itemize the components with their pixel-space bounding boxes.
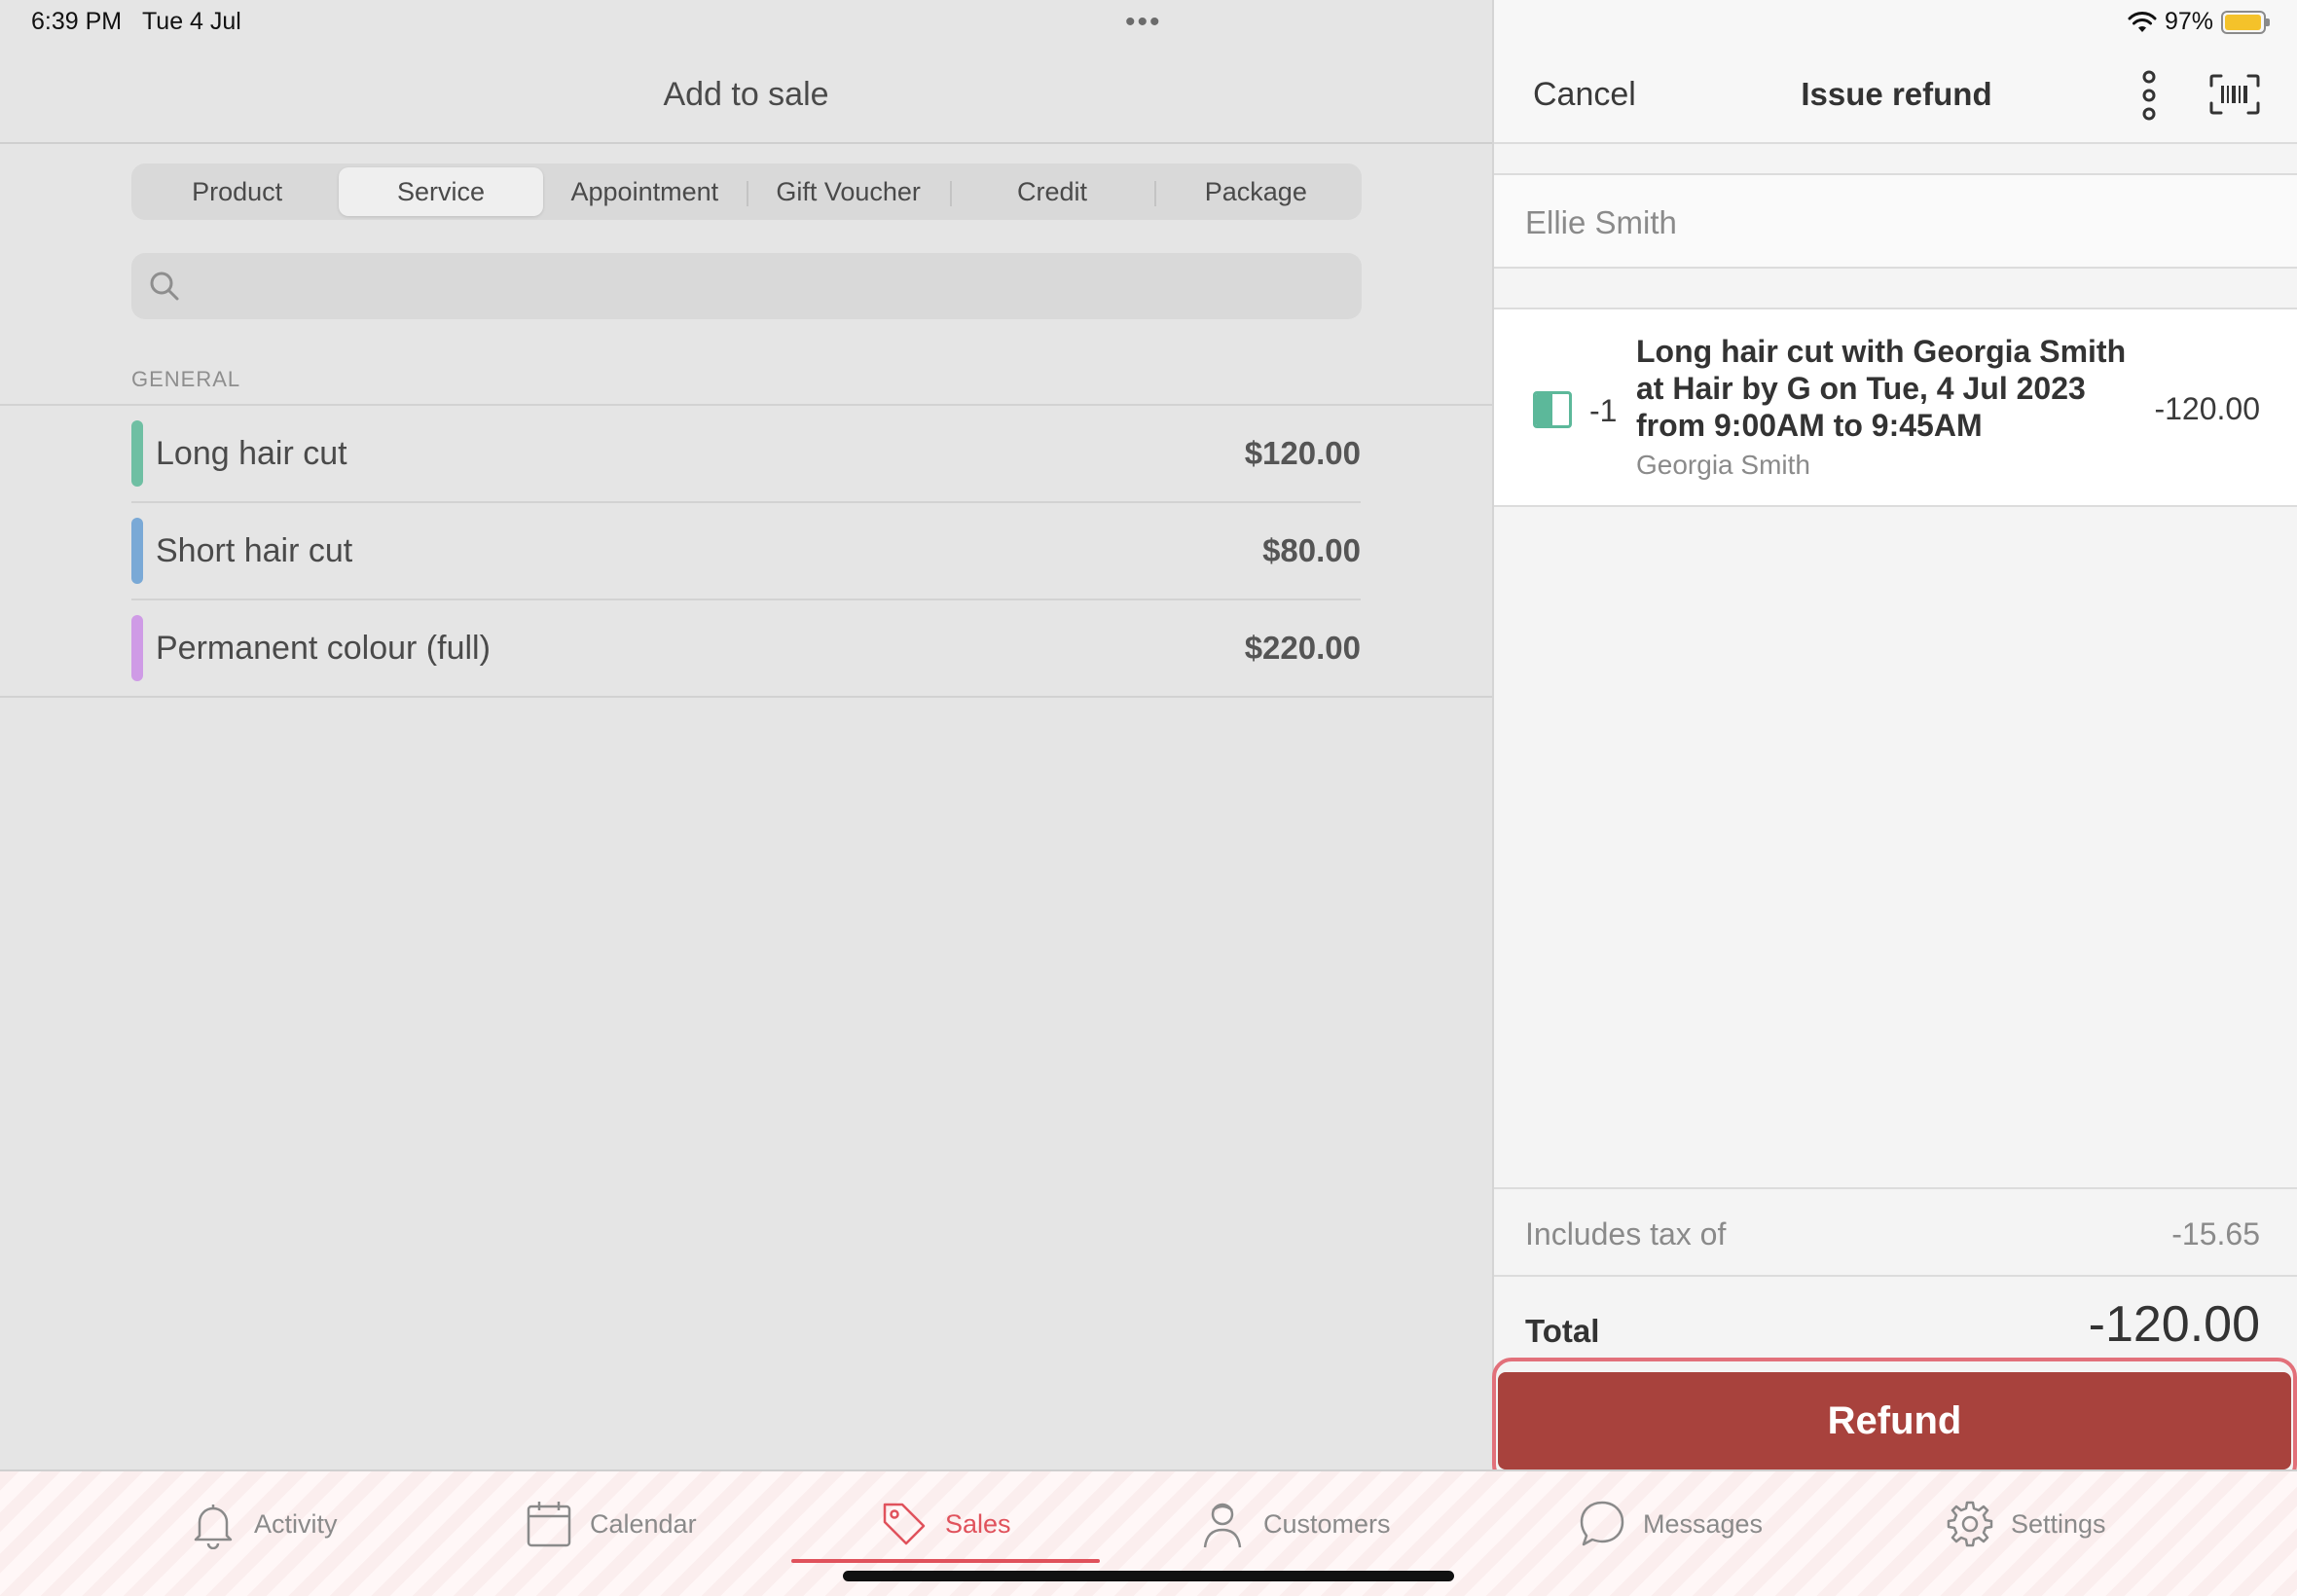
search-input[interactable] xyxy=(131,253,1362,319)
tab-label: Messages xyxy=(1643,1508,1764,1539)
service-color-bar xyxy=(131,615,143,681)
customer-row[interactable]: Ellie Smith xyxy=(1494,173,2297,269)
status-date: Tue 4 Jul xyxy=(141,8,241,35)
segment-product[interactable]: Product xyxy=(135,167,339,216)
status-bar: 6:39 PM Tue 4 Jul ••• 97% xyxy=(0,0,2297,47)
item-staff-name: Georgia Smith xyxy=(1636,450,1810,480)
battery-level xyxy=(2225,14,2261,30)
service-price: $80.00 xyxy=(1262,532,1361,568)
item-type-segmented-control: Product Service Appointment Gift Voucher… xyxy=(131,163,1362,220)
tab-calendar[interactable]: Calendar xyxy=(526,1495,697,1553)
service-color-bar xyxy=(131,518,143,584)
service-color-bar xyxy=(131,420,143,487)
active-tab-indicator xyxy=(791,1559,1100,1563)
barcode-scanner-icon[interactable] xyxy=(2209,74,2260,115)
refund-button[interactable]: Refund xyxy=(1498,1372,2291,1469)
segment-credit[interactable]: Credit xyxy=(950,167,1153,216)
cancel-button[interactable]: Cancel xyxy=(1533,76,1636,114)
item-quantity: -1 xyxy=(1589,393,1618,428)
more-options-icon[interactable] xyxy=(2138,70,2160,121)
tab-label: Calendar xyxy=(590,1508,697,1539)
battery-percent: 97% xyxy=(2164,8,2213,35)
multitasking-dots-icon[interactable]: ••• xyxy=(1125,6,1162,39)
battery-icon xyxy=(2221,10,2270,34)
item-description: Long hair cut with Georgia Smith at Hair… xyxy=(1636,334,2127,443)
row-divider xyxy=(0,696,1492,698)
tab-messages[interactable]: Messages xyxy=(1579,1495,1763,1553)
service-list: Long hair cut $120.00 Short hair cut $80… xyxy=(0,406,1492,698)
status-time-date: 6:39 PM Tue 4 Jul xyxy=(31,8,241,36)
customer-name: Ellie Smith xyxy=(1525,204,1677,240)
service-name: Permanent colour (full) xyxy=(156,630,491,667)
status-time: 6:39 PM xyxy=(31,8,123,35)
tax-label: Includes tax of xyxy=(1525,1216,1727,1251)
status-indicators: 97% xyxy=(2128,8,2270,36)
service-color-swatch xyxy=(1533,391,1572,428)
tax-value: -15.65 xyxy=(2171,1216,2260,1251)
tab-sales[interactable]: Sales xyxy=(881,1495,1011,1553)
service-name: Short hair cut xyxy=(156,532,353,569)
service-price: $220.00 xyxy=(1244,630,1361,666)
add-to-sale-title: Add to sale xyxy=(663,76,829,113)
gear-icon xyxy=(1947,1501,1993,1547)
calendar-icon xyxy=(527,1502,571,1547)
segment-appointment[interactable]: Appointment xyxy=(543,167,747,216)
bell-icon xyxy=(194,1505,233,1549)
tag-icon xyxy=(883,1503,926,1545)
tab-activity[interactable]: Activity xyxy=(190,1495,338,1553)
total-value: -120.00 xyxy=(2088,1296,2260,1353)
segment-gift-voucher[interactable]: Gift Voucher xyxy=(746,167,950,216)
service-row-permanent-colour[interactable]: Permanent colour (full) $220.00 xyxy=(0,600,1492,698)
tab-label: Customers xyxy=(1263,1508,1391,1539)
tab-label: Activity xyxy=(254,1508,338,1539)
service-row-short-hair-cut[interactable]: Short hair cut $80.00 xyxy=(0,503,1492,600)
service-name: Long hair cut xyxy=(156,435,347,472)
refund-line-item[interactable]: -1 Long hair cut with Georgia Smith at H… xyxy=(1494,308,2297,507)
wifi-icon xyxy=(2128,11,2157,32)
tab-settings[interactable]: Settings xyxy=(1947,1495,2106,1553)
service-price: $120.00 xyxy=(1244,435,1361,471)
total-label: Total xyxy=(1525,1313,1600,1349)
segment-service[interactable]: Service xyxy=(339,167,543,216)
tab-customers[interactable]: Customers xyxy=(1199,1495,1391,1553)
segment-package[interactable]: Package xyxy=(1153,167,1358,216)
section-label-general: GENERAL xyxy=(131,367,241,391)
add-to-sale-panel: Add to sale Product Service Appointment … xyxy=(0,0,1492,1469)
home-indicator[interactable] xyxy=(843,1571,1454,1581)
chat-bubble-icon xyxy=(1580,1501,1624,1546)
tab-label: Sales xyxy=(945,1508,1011,1539)
item-price: -120.00 xyxy=(2154,391,2260,426)
service-row-long-hair-cut[interactable]: Long hair cut $120.00 xyxy=(0,406,1492,503)
tax-row: Includes tax of -15.65 xyxy=(1494,1187,2297,1277)
issue-refund-panel: Cancel Issue refund Ellie Smith -1 Long … xyxy=(1492,0,2297,1469)
tab-label: Settings xyxy=(2011,1508,2106,1539)
person-icon xyxy=(1203,1503,1242,1548)
search-icon xyxy=(150,272,179,301)
